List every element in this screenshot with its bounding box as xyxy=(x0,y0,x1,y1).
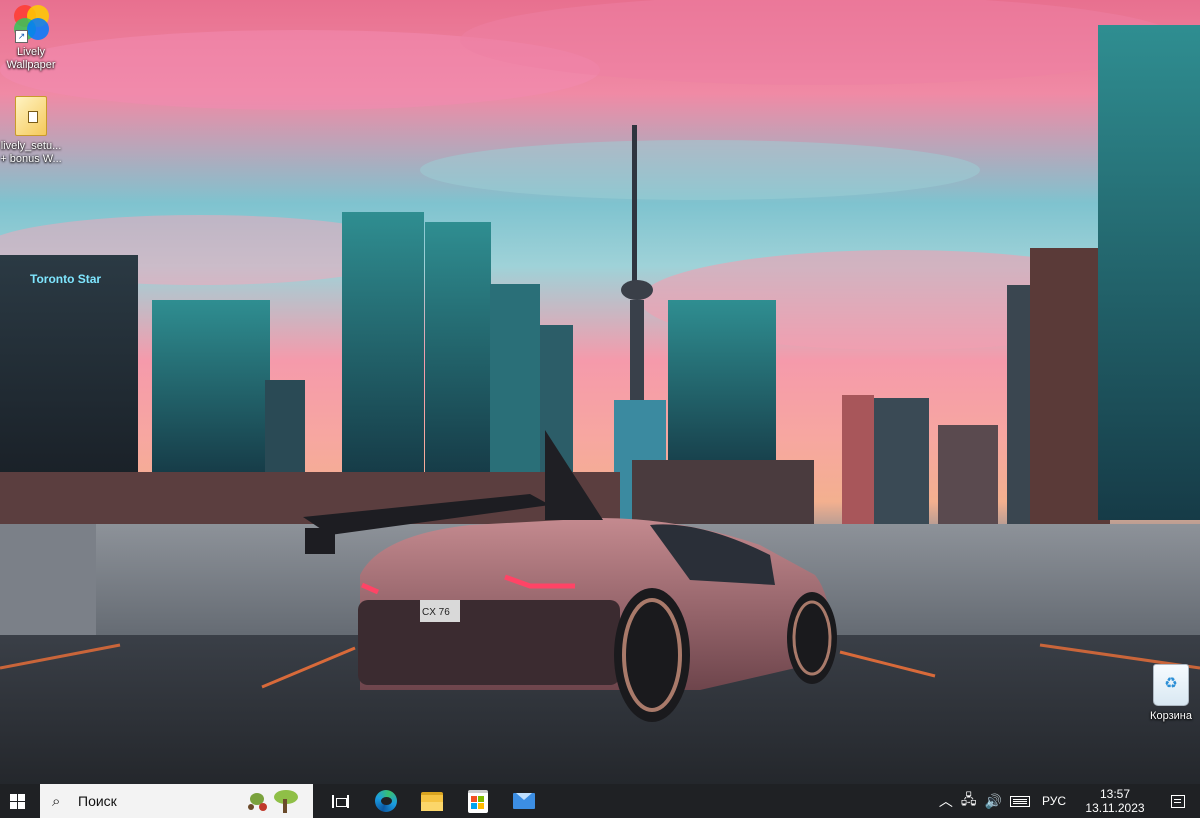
microsoft-store-button[interactable] xyxy=(455,784,501,818)
edge-icon xyxy=(375,790,397,812)
notifications-button[interactable] xyxy=(1156,784,1200,818)
taskbar-search-box[interactable]: ⌕ xyxy=(40,784,313,818)
lively-wallpaper-icon: ↗ xyxy=(11,2,51,43)
task-view-icon xyxy=(331,794,349,808)
clock[interactable]: 13:57 13.11.2023 xyxy=(1074,784,1156,818)
clock-date: 13.11.2023 xyxy=(1085,801,1145,815)
desktop-icon-label: Корзина xyxy=(1150,710,1192,722)
desktop-icon-recycle-bin[interactable]: ♻ Корзина xyxy=(1140,664,1200,723)
zip-archive-icon xyxy=(15,96,47,136)
network-icon: 🖧 xyxy=(960,791,977,807)
recycle-bin-icon: ♻ xyxy=(1153,664,1189,706)
touch-keyboard-button[interactable] xyxy=(1006,784,1034,818)
microsoft-store-icon xyxy=(468,789,488,813)
mail-icon xyxy=(513,793,535,809)
taskbar: ⌕ ︿ 🖧 🔊 xyxy=(0,784,1200,818)
desktop-icon-lively-setup[interactable]: lively_setu... + bonus W... xyxy=(0,96,62,166)
search-icon: ⌕ xyxy=(52,792,61,810)
toronto-star-sign: Toronto Star xyxy=(30,272,101,286)
volume-icon: 🔊 xyxy=(984,792,1002,809)
shortcut-arrow-icon: ↗ xyxy=(15,30,28,43)
search-input[interactable] xyxy=(76,792,230,810)
windows-logo-icon xyxy=(9,793,25,809)
desktop-icon-label: Lively Wallpaper xyxy=(6,46,56,71)
license-plate: CX 76 xyxy=(422,607,450,618)
network-button[interactable]: 🖧 xyxy=(957,784,981,818)
system-tray: ︿ 🖧 🔊 РУС 13:57 13.11.2023 xyxy=(935,784,1200,818)
volume-button[interactable]: 🔊 xyxy=(981,784,1006,818)
keyboard-icon xyxy=(1009,795,1030,807)
language-indicator[interactable]: РУС xyxy=(1034,784,1074,818)
file-explorer-icon xyxy=(421,791,443,811)
chevron-up-icon: ︿ xyxy=(938,793,953,809)
search-highlight-illustration xyxy=(248,790,298,813)
notification-icon xyxy=(1171,794,1185,808)
show-hidden-icons-button[interactable]: ︿ xyxy=(935,784,957,818)
start-button[interactable] xyxy=(0,784,34,818)
mail-button[interactable] xyxy=(501,784,547,818)
wallpaper-scene: Toronto Star CX 76 xyxy=(0,0,1200,784)
file-explorer-button[interactable] xyxy=(409,784,455,818)
clock-time: 13:57 xyxy=(1099,787,1130,801)
desktop-icon-label: lively_setu... + bonus W... xyxy=(0,140,62,165)
desktop-icon-lively-wallpaper[interactable]: ↗ Lively Wallpaper xyxy=(0,0,62,72)
task-view-button[interactable] xyxy=(317,784,363,818)
desktop-wallpaper: Toronto Star CX 76 xyxy=(0,0,1200,784)
edge-button[interactable] xyxy=(363,784,409,818)
